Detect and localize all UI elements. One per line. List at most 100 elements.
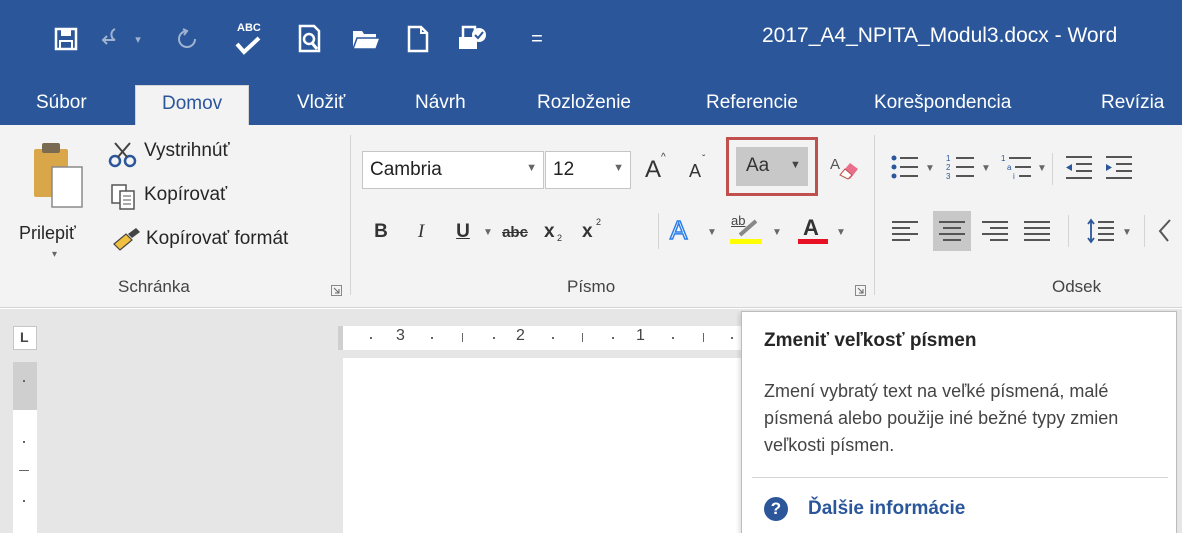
multilevel-dropdown-icon[interactable]: ▼ [1037, 163, 1047, 174]
copy-button[interactable]: Kopírovať [108, 181, 278, 211]
text-effects-glyph: A [669, 214, 688, 246]
tooltip-title: Zmeniť veľkosť písmen [764, 330, 977, 351]
ruler-dot [23, 380, 25, 382]
subscript-button[interactable]: x 2 [542, 217, 570, 247]
tooltip-description: Zmení vybratý text na veľké písmená, mal… [764, 381, 1119, 455]
scissors-icon [108, 142, 137, 168]
shrink-font-glyph: A [689, 161, 702, 181]
align-center-button[interactable] [933, 211, 971, 251]
underline-dropdown-icon[interactable]: ▼ [483, 227, 493, 238]
increase-indent-icon[interactable] [1104, 153, 1134, 181]
tab-revizia[interactable]: Revízia [1097, 85, 1168, 125]
customize-qat-icon[interactable]: = [522, 16, 552, 62]
help-icon[interactable]: ? [764, 497, 788, 521]
format-painter-button[interactable]: Kopírovať formát [108, 224, 338, 256]
ruler-dot [672, 337, 674, 339]
font-launcher-icon[interactable] [855, 285, 866, 296]
underline-button[interactable]: U [452, 217, 474, 247]
change-case-button[interactable]: Aa ▼ [736, 147, 808, 186]
text-effects-dropdown-icon[interactable]: ▼ [707, 227, 717, 238]
justify-icon[interactable] [1022, 219, 1052, 243]
line-spacing-icon[interactable] [1086, 217, 1116, 245]
undo-dropdown-icon[interactable]: ▾ [128, 16, 148, 62]
font-size-combo[interactable]: 12 ▼ [545, 151, 631, 189]
align-left-icon[interactable] [890, 219, 920, 243]
grow-font-button[interactable]: A ^ [643, 151, 669, 187]
clipboard-launcher-icon[interactable] [331, 285, 342, 296]
numbering-dropdown-icon[interactable]: ▼ [981, 163, 991, 174]
paste-dropdown-icon[interactable]: ▾ [52, 249, 57, 260]
font-name-dropdown-icon[interactable]: ▼ [526, 162, 537, 174]
numbering-icon[interactable]: 123 [946, 153, 976, 181]
line-spacing-dropdown-icon[interactable]: ▼ [1122, 227, 1132, 238]
align-right-icon[interactable] [980, 219, 1010, 243]
tab-korespondencia[interactable]: Korešpondencia [870, 85, 1015, 125]
ruler-dot [370, 337, 372, 339]
paste-label: Prilepiť [19, 223, 76, 243]
tab-vlozit[interactable]: Vložiť [293, 85, 349, 125]
font-name-combo[interactable]: Cambria ▼ [362, 151, 544, 189]
format-painter-label: Kopírovať formát [146, 228, 289, 249]
ruler-number: 2 [516, 327, 525, 344]
tab-referencie[interactable]: Referencie [702, 85, 802, 125]
tab-navrh[interactable]: Návrh [411, 85, 470, 125]
svg-text:3: 3 [946, 172, 951, 181]
font-color-bar [798, 239, 828, 244]
ruler-dot [23, 441, 25, 443]
text-effects-button[interactable]: A [668, 213, 702, 247]
check-document-icon[interactable] [452, 16, 492, 62]
superscript-glyph: x [582, 221, 593, 242]
cut-button[interactable]: Vystrihnúť [108, 139, 278, 169]
tab-rozlozenie[interactable]: Rozloženie [533, 85, 635, 125]
paragraph-divider [1052, 153, 1053, 185]
shrink-caret-icon: ˇ [702, 154, 706, 165]
undo-icon[interactable] [98, 16, 128, 62]
svg-text:a: a [1007, 163, 1012, 172]
superscript-button[interactable]: x 2 [580, 217, 608, 247]
font-color-button[interactable]: A [796, 213, 830, 249]
svg-text:A: A [830, 156, 840, 173]
multilevel-list-icon[interactable]: 1ai [1001, 153, 1033, 181]
document-page[interactable] [343, 358, 743, 533]
cut-label: Vystrihnúť [144, 140, 230, 161]
highlight-button[interactable]: ab [728, 213, 764, 249]
more-info-link[interactable]: Ďalšie informácie [808, 498, 965, 520]
tab-subor[interactable]: Súbor [32, 85, 91, 125]
ruler-tick [582, 333, 583, 342]
italic-button[interactable]: I [410, 217, 432, 247]
tab-stop-glyph: L [20, 329, 29, 345]
spelling-abc-icon[interactable]: ABC [228, 16, 268, 62]
change-case-dropdown-icon: ▼ [790, 159, 801, 171]
highlight-dropdown-icon[interactable]: ▼ [772, 227, 782, 238]
tab-selector[interactable]: L [13, 326, 37, 350]
print-preview-icon[interactable] [290, 16, 330, 62]
ribbon: Prilepiť ▾ Vystrihnúť Kopírovať Kopírova… [0, 125, 1182, 308]
bullets-icon[interactable] [890, 153, 920, 181]
subscript-mark: 2 [557, 233, 563, 243]
copy-label: Kopírovať [144, 184, 228, 205]
font-size-dropdown-icon[interactable]: ▼ [613, 162, 624, 174]
bullets-dropdown-icon[interactable]: ▼ [925, 163, 935, 174]
subscript-glyph: x [544, 221, 555, 242]
svg-text:1: 1 [946, 154, 951, 163]
ruler-dot [731, 337, 733, 339]
redo-icon[interactable] [170, 16, 204, 62]
save-icon[interactable] [46, 16, 86, 62]
clear-formatting-icon[interactable]: A [828, 151, 862, 185]
decrease-indent-icon[interactable] [1064, 153, 1094, 181]
font-divider [658, 213, 659, 249]
paste-button[interactable]: Prilepiť ▾ [19, 137, 92, 267]
change-case-highlight: Aa ▼ [726, 137, 818, 196]
tab-domov[interactable]: Domov [135, 85, 250, 126]
bold-button[interactable]: B [370, 217, 392, 247]
new-document-icon[interactable] [398, 16, 438, 62]
grow-font-glyph: A [645, 156, 662, 183]
copy-icon [111, 184, 135, 210]
superscript-mark: 2 [596, 217, 602, 227]
open-folder-icon[interactable] [346, 16, 386, 62]
tooltip-divider [752, 477, 1168, 478]
shrink-font-button[interactable]: A ˇ [687, 151, 713, 187]
font-color-dropdown-icon[interactable]: ▼ [836, 227, 846, 238]
strikethrough-button[interactable]: abc [496, 217, 534, 247]
shading-icon[interactable] [1156, 217, 1182, 245]
